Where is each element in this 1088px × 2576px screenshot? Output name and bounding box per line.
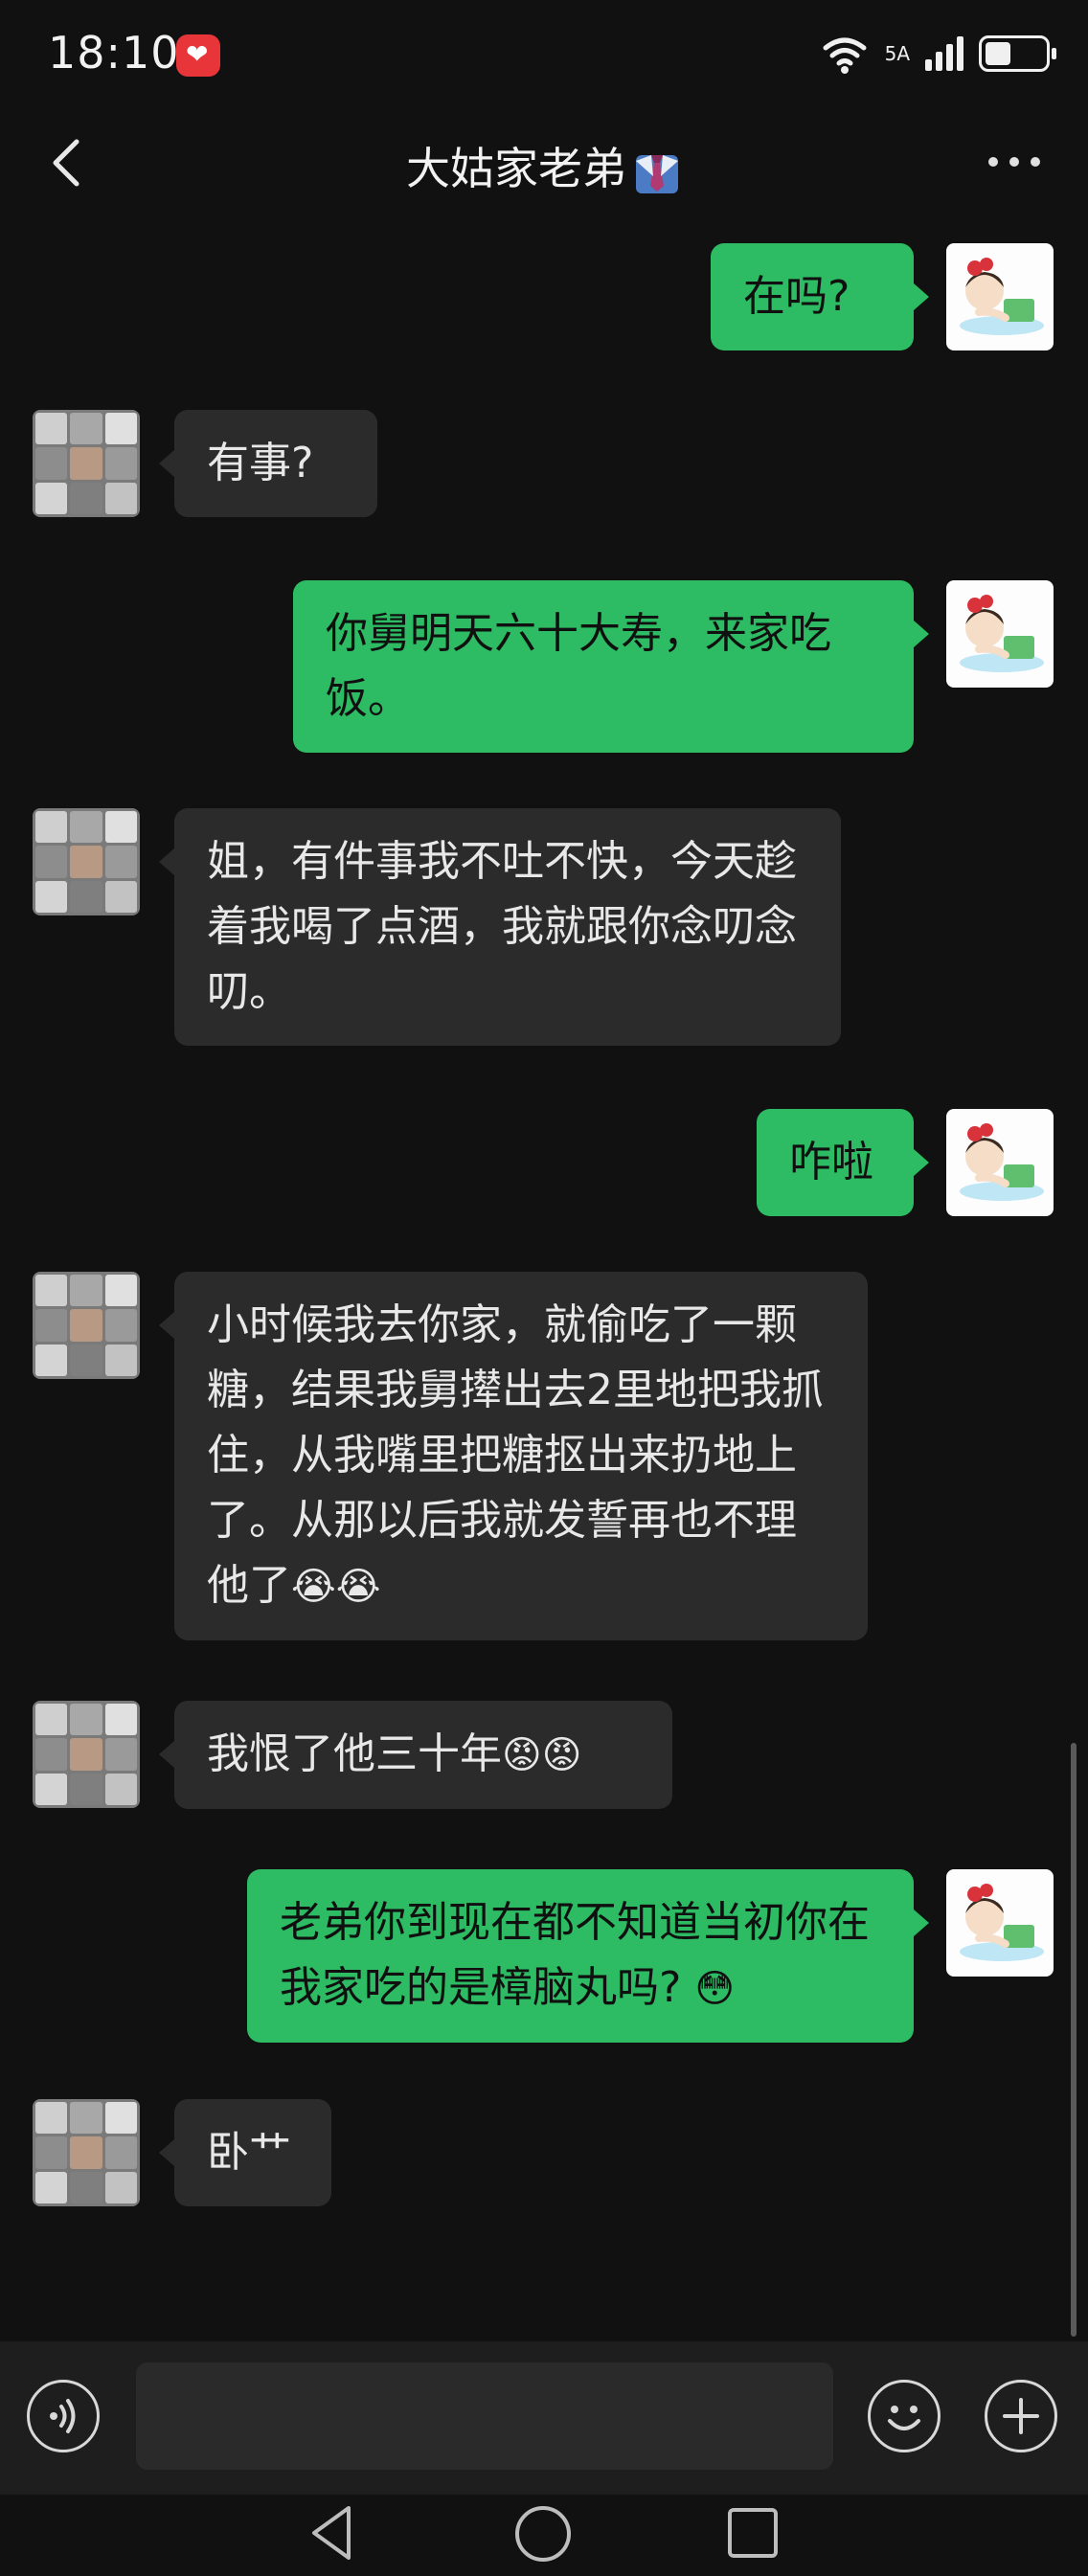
message-text: 咋啦	[789, 1138, 873, 1186]
network-type-label: 5A	[884, 42, 910, 65]
input-bar	[0, 2341, 1088, 2495]
message-bubble[interactable]: 我恨了他三十年😡😡	[159, 1701, 672, 1809]
contact-avatar[interactable]	[33, 1701, 140, 1808]
message-text: 你舅明天六十大寿，来家吃饭。	[326, 609, 831, 723]
system-home-icon[interactable]	[515, 2506, 571, 2562]
status-icons: 5A	[820, 29, 1056, 79]
my-avatar[interactable]	[946, 1109, 1054, 1216]
contact-avatar[interactable]	[33, 410, 140, 517]
message-text: 我恨了他三十年	[207, 1729, 502, 1778]
plus-icon	[1003, 2398, 1039, 2434]
system-navigation-bar	[0, 2495, 1088, 2576]
message-text: 有事?	[207, 439, 314, 487]
chat-header: 大姑家老弟	[0, 105, 1088, 230]
voice-button[interactable]	[27, 2380, 100, 2452]
message-text: 小时候我去你家，就偷吃了一颗糖，结果我舅撵出去2里地把我抓住，从我嘴里把糖抠出来…	[207, 1300, 824, 1610]
more-dots-icon[interactable]	[988, 157, 1040, 167]
my-avatar[interactable]	[946, 1869, 1054, 1977]
tie-icon	[636, 154, 678, 193]
voice-icon	[50, 2399, 76, 2433]
scrollbar[interactable]	[1071, 1743, 1077, 2337]
system-back-icon[interactable]	[305, 2502, 360, 2564]
emoji-button[interactable]	[868, 2380, 941, 2452]
battery-icon	[979, 35, 1056, 72]
contact-avatar[interactable]	[33, 1272, 140, 1379]
smiley-icon	[888, 2406, 920, 2430]
chat-title-text: 大姑家老弟	[406, 143, 626, 194]
more-actions-button[interactable]	[985, 2380, 1057, 2452]
message-text: 在吗?	[743, 272, 850, 321]
message-bubble[interactable]: 老弟你到现在都不知道当初你在我家吃的是樟脑丸吗? 😳	[247, 1869, 929, 2043]
emoji-icon: 😳	[694, 1967, 736, 2011]
message-bubble[interactable]: 姐，有件事我不吐不快，今天趁着我喝了点酒，我就跟你念叨念叨。	[159, 808, 841, 1046]
message-bubble[interactable]: 有事?	[159, 410, 377, 517]
notification-badge-icon	[176, 34, 220, 77]
message-bubble[interactable]: 小时候我去你家，就偷吃了一颗糖，结果我舅撵出去2里地把我抓住，从我嘴里把糖抠出来…	[159, 1272, 868, 1640]
message-bubble[interactable]: 卧艹	[159, 2099, 331, 2206]
message-text: 卧艹	[207, 2128, 291, 2177]
my-avatar[interactable]	[946, 243, 1054, 350]
wifi-icon	[823, 37, 867, 74]
signal-icon	[925, 36, 963, 71]
message-text: 老弟你到现在都不知道当初你在我家吃的是樟脑丸吗?	[280, 1898, 870, 2012]
message-text: 姐，有件事我不吐不快，今天趁着我喝了点酒，我就跟你念叨念叨。	[207, 837, 797, 1016]
message-input[interactable]	[136, 2362, 833, 2470]
contact-avatar[interactable]	[33, 2099, 140, 2206]
my-avatar[interactable]	[946, 580, 1054, 688]
message-bubble[interactable]: 咋啦	[757, 1109, 929, 1216]
emoji-icon: 😭😭	[291, 1565, 381, 1609]
status-time: 18:10	[48, 27, 180, 79]
contact-avatar[interactable]	[33, 808, 140, 915]
status-bar: 18:10 5A	[0, 0, 1088, 105]
message-bubble[interactable]: 你舅明天六十大寿，来家吃饭。	[293, 580, 929, 753]
system-recents-icon[interactable]	[728, 2508, 778, 2558]
message-list[interactable]: 在吗? 有事? 你舅明天六十大寿，来家吃饭。姐，有件事我不吐不快，今天趁着我喝了点酒…	[0, 230, 1088, 2337]
chat-title: 大姑家老弟	[0, 134, 1088, 197]
message-bubble[interactable]: 在吗?	[711, 243, 929, 350]
emoji-icon: 😡😡	[502, 1733, 582, 1777]
